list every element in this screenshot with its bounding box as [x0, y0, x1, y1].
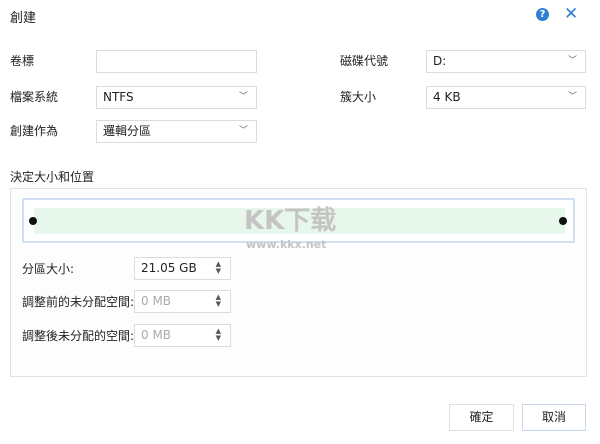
file-system-select[interactable]: NTFS ﹀ [96, 86, 257, 109]
cluster-size-select[interactable]: 4 KB ﹀ [426, 86, 586, 109]
right-handle[interactable] [559, 217, 567, 225]
volume-label-label: 卷標 [10, 54, 35, 68]
unallocated-before-label: 調整前的未分配空間: [22, 295, 135, 309]
ok-button[interactable]: 確定 [449, 404, 514, 431]
create-as-select[interactable]: 邏輯分區 ﹀ [96, 120, 257, 143]
create-as-label: 創建作為 [10, 124, 59, 138]
chevron-down-icon: ﹀ [238, 92, 248, 102]
chevron-down-icon: ﹀ [567, 92, 577, 102]
partition-size-label: 分區大小: [22, 262, 75, 276]
dialog-title: 創建 [10, 11, 37, 26]
unallocated-before-spinner[interactable]: 0 MB ▲ ▼ [134, 290, 231, 313]
partition-size-spinner[interactable]: 21.05 GB ▲ ▼ [134, 257, 231, 280]
drive-letter-value: D: [433, 54, 447, 68]
volume-label-input[interactable] [96, 50, 257, 73]
close-icon[interactable]: ✕ [564, 4, 578, 24]
spinner-arrows-icon[interactable]: ▲ ▼ [216, 294, 221, 308]
cancel-button[interactable]: 取消 [522, 404, 586, 431]
partition-size-value: 21.05 GB [141, 261, 197, 275]
unallocated-after-value: 0 MB [141, 328, 172, 342]
file-system-label: 檔案系統 [10, 90, 59, 104]
create-as-value: 邏輯分區 [103, 124, 152, 138]
spinner-arrows-icon[interactable]: ▲ ▼ [216, 328, 221, 342]
spinner-arrows-icon[interactable]: ▲ ▼ [216, 261, 221, 275]
chevron-down-icon: ﹀ [567, 56, 577, 66]
file-system-value: NTFS [103, 90, 134, 104]
help-icon[interactable]: ? [536, 8, 549, 21]
unallocated-before-value: 0 MB [141, 294, 172, 308]
drive-letter-select[interactable]: D: ﹀ [426, 50, 586, 73]
watermark-logo: KK下载 [244, 206, 337, 236]
watermark-url: www.kkx.net [246, 238, 327, 251]
drive-letter-label: 磁碟代號 [340, 54, 389, 68]
left-handle[interactable] [29, 217, 37, 225]
cluster-size-value: 4 KB [433, 90, 461, 104]
unallocated-after-spinner[interactable]: 0 MB ▲ ▼ [134, 324, 231, 347]
cluster-size-label: 簇大小 [340, 90, 377, 104]
size-section-title: 決定大小和位置 [10, 170, 95, 184]
unallocated-after-label: 調整後未分配的空間: [22, 329, 135, 343]
chevron-down-icon: ﹀ [238, 126, 248, 136]
